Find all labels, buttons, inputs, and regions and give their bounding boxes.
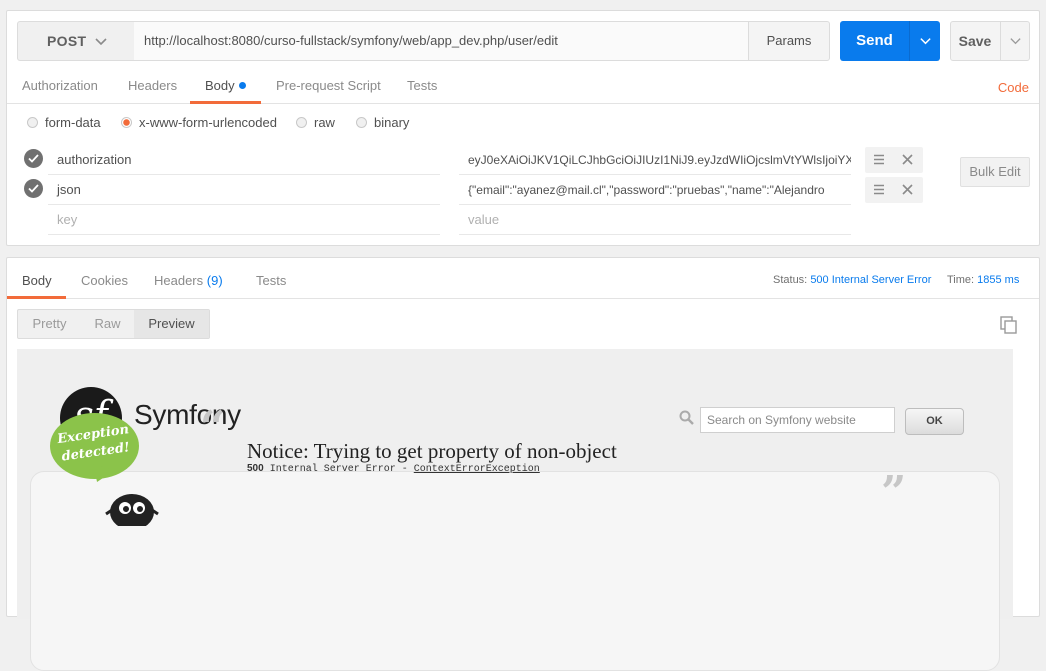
- row-actions: [865, 177, 923, 203]
- param-row: authorization eyJ0eXAiOiJKV1QiLCJhbGciOi…: [21, 145, 1033, 175]
- tab-cookies[interactable]: Cookies: [81, 268, 128, 299]
- param-row-empty: key value: [21, 205, 1033, 235]
- check-icon: [28, 154, 39, 163]
- tab-response-headers[interactable]: Headers (9): [154, 268, 223, 299]
- copy-icon[interactable]: [1000, 316, 1018, 334]
- radio-raw[interactable]: raw: [296, 115, 335, 130]
- radio-label: binary: [374, 115, 410, 130]
- chevron-down-icon: [1010, 38, 1021, 45]
- time-label: Time:: [947, 274, 975, 286]
- error-code: 500: [247, 463, 264, 474]
- delete-row-icon[interactable]: [902, 184, 913, 195]
- url-input[interactable]: http://localhost:8080/curso-fullstack/sy…: [134, 21, 749, 61]
- code-link[interactable]: Code: [998, 80, 1029, 95]
- tab-headers[interactable]: Headers: [128, 73, 177, 104]
- radio-off-icon: [27, 117, 38, 128]
- tab-body-label: Body: [205, 78, 235, 93]
- status-label: Status:: [773, 274, 808, 286]
- quote-close-icon: ”: [881, 467, 907, 518]
- drag-handle-icon[interactable]: [874, 184, 884, 195]
- send-label: Send: [856, 32, 893, 49]
- param-key-input[interactable]: json: [48, 175, 440, 205]
- method-select[interactable]: POST: [17, 21, 135, 61]
- tab-authorization[interactable]: Authorization: [22, 73, 98, 104]
- param-row: json {"email":"ayanez@mail.cl","password…: [21, 175, 1033, 205]
- status-readout: Status: 500 Internal Server Error: [773, 274, 931, 286]
- ghost-mascot-icon: [105, 494, 159, 526]
- quote-open-icon: “: [200, 402, 226, 453]
- radio-on-icon: [121, 117, 132, 128]
- modified-dot-icon: [238, 82, 246, 89]
- time-readout: Time: 1855 ms: [947, 274, 1019, 286]
- row-enabled-checkbox[interactable]: [24, 179, 43, 198]
- tab-body[interactable]: Body: [190, 73, 261, 104]
- url-bar: POST http://localhost:8080/curso-fullsta…: [17, 21, 1030, 61]
- view-pretty[interactable]: Pretty: [18, 310, 81, 338]
- check-icon: [28, 184, 39, 193]
- request-tabs: Authorization Headers Body Pre-request S…: [7, 73, 1039, 104]
- row-actions: [865, 147, 923, 173]
- tab-label: Headers: [154, 273, 204, 288]
- param-value-input[interactable]: {"email":"ayanez@mail.cl","password":"pr…: [459, 175, 851, 205]
- send-options-button[interactable]: [909, 21, 940, 61]
- exception-status: 500 Internal Server Error - ContextError…: [247, 463, 540, 475]
- save-label: Save: [958, 33, 992, 49]
- save-button[interactable]: Save: [950, 21, 1030, 61]
- method-label: POST: [47, 33, 87, 49]
- status-value[interactable]: 500 Internal Server Error: [810, 274, 931, 286]
- request-panel: POST http://localhost:8080/curso-fullsta…: [6, 10, 1040, 246]
- response-panel: Body Cookies Headers (9) Tests Status: 5…: [6, 257, 1040, 671]
- params-button[interactable]: Params: [748, 21, 830, 61]
- radio-label: x-www-form-urlencoded: [139, 115, 277, 130]
- symfony-search-input[interactable]: Search on Symfony website: [700, 407, 895, 433]
- bulk-edit-button[interactable]: Bulk Edit: [960, 157, 1030, 187]
- exception-class-link[interactable]: ContextErrorException: [414, 464, 540, 475]
- radio-label: form-data: [45, 115, 101, 130]
- radio-label: raw: [314, 115, 335, 130]
- symfony-search-ok-button[interactable]: OK: [905, 408, 964, 435]
- new-value-input[interactable]: value: [459, 205, 851, 235]
- tab-tests[interactable]: Tests: [407, 73, 437, 104]
- radio-form-data[interactable]: form-data: [27, 115, 101, 130]
- view-mode-switch: Pretty Raw Preview: [17, 309, 210, 339]
- tab-response-body[interactable]: Body: [7, 268, 66, 299]
- error-text: Internal Server Error -: [269, 464, 408, 475]
- view-raw[interactable]: Raw: [81, 310, 134, 338]
- param-key-input[interactable]: authorization: [48, 145, 440, 175]
- save-options-button[interactable]: [1000, 22, 1030, 60]
- response-tabs: Body Cookies Headers (9) Tests Status: 5…: [7, 258, 1039, 299]
- chevron-down-icon: [920, 38, 931, 45]
- radio-x-www-form-urlencoded[interactable]: x-www-form-urlencoded: [121, 115, 277, 130]
- send-button[interactable]: Send: [840, 21, 940, 61]
- time-value[interactable]: 1855 ms: [977, 274, 1019, 286]
- tab-response-tests[interactable]: Tests: [256, 268, 286, 299]
- param-value-input[interactable]: eyJ0eXAiOiJKV1QiLCJhbGciOiJIUzI1NiJ9.eyJ…: [459, 145, 851, 175]
- row-enabled-checkbox[interactable]: [24, 149, 43, 168]
- exception-card: [30, 471, 1000, 671]
- radio-off-icon: [296, 117, 307, 128]
- new-key-input[interactable]: key: [48, 205, 440, 235]
- search-icon: [679, 410, 694, 425]
- drag-handle-icon[interactable]: [874, 154, 884, 165]
- chevron-down-icon: [95, 38, 107, 46]
- exception-message: Notice: Trying to get property of non-ob…: [247, 439, 617, 463]
- header-count: (9): [206, 273, 223, 288]
- delete-row-icon[interactable]: [902, 154, 913, 165]
- radio-off-icon: [356, 117, 367, 128]
- tab-pre-request-script[interactable]: Pre-request Script: [276, 73, 381, 104]
- radio-binary[interactable]: binary: [356, 115, 409, 130]
- view-preview[interactable]: Preview: [134, 310, 209, 338]
